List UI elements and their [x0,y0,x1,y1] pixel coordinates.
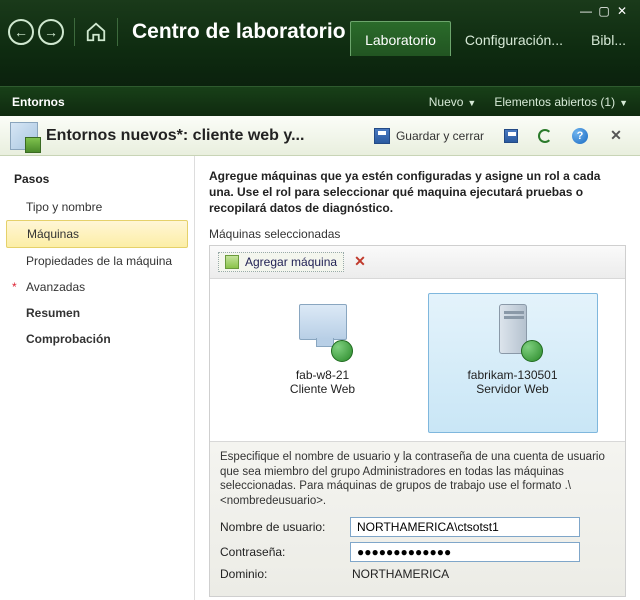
main-panel: Agregue máquinas que ya estén configurad… [195,156,640,600]
add-icon [225,255,239,269]
divider [117,18,118,46]
step-propiedades[interactable]: Propiedades de la máquina [6,248,188,274]
document-title: Entornos nuevos*: cliente web y... [46,127,304,145]
selected-machines-label: Máquinas seleccionadas [209,227,626,241]
username-input[interactable] [350,517,580,537]
credentials-instruction: Especifique el nombre de usuario y la co… [220,450,615,510]
environment-icon [10,122,38,150]
domain-value: NORTHAMERICA [350,567,449,581]
machine-role: Cliente Web [290,382,355,396]
save-close-label: Guardar y cerrar [396,129,484,143]
machine-role: Servidor Web [476,382,548,396]
credentials-section: Especifique el nombre de usuario y la co… [210,441,625,597]
password-label: Contraseña: [220,545,340,559]
desktop-icon [291,304,355,360]
save-and-close-button[interactable]: Guardar y cerrar [368,125,490,147]
server-icon [481,304,545,360]
close-document-button[interactable]: ✕ [602,125,630,147]
window-controls: — ▢ ✕ [578,4,630,18]
step-resumen[interactable]: Resumen [6,300,188,326]
elementos-abiertos-dropdown[interactable]: Elementos abiertos (1)▼ [494,95,628,109]
step-tipo-y-nombre[interactable]: Tipo y nombre [6,194,188,220]
refresh-button[interactable] [532,126,558,146]
instruction-text: Agregue máquinas que ya estén configurad… [209,168,626,217]
home-icon[interactable] [85,21,107,43]
tab-laboratorio[interactable]: Laboratorio [350,21,451,56]
document-toolbar: Entornos nuevos*: cliente web y... Guard… [0,116,640,156]
top-tabs: Laboratorio Configuración... Bibl... [350,18,640,56]
app-ribbon: — ▢ ✕ ← → Centro de laboratorio ▾ Labora… [0,0,640,86]
machines-list: fab-w8-21 Cliente Web fabrikam-130501 Se… [210,279,625,441]
step-comprobacion[interactable]: Comprobación [6,326,188,352]
step-maquinas[interactable]: Máquinas [6,220,188,248]
save-close-icon [374,128,390,144]
subbar-context: Entornos [12,95,65,109]
tab-configuracion[interactable]: Configuración... [451,22,577,56]
divider [74,18,75,46]
step-avanzadas[interactable]: *Avanzadas [6,274,188,300]
minimize-icon[interactable]: — [578,4,594,18]
machine-name: fabrikam-130501 [467,368,557,382]
wizard-steps-sidebar: Pasos Tipo y nombre Máquinas Propiedades… [0,156,195,600]
add-machine-label: Agregar máquina [245,255,337,269]
breadcrumb[interactable]: Centro de laboratorio [132,20,346,44]
required-asterisk-icon: * [12,280,17,294]
maximize-icon[interactable]: ▢ [596,4,612,18]
username-label: Nombre de usuario: [220,520,340,534]
refresh-icon [538,129,552,143]
nuevo-dropdown[interactable]: Nuevo▼ [429,95,477,109]
help-icon: ? [572,128,588,144]
tab-biblioteca[interactable]: Bibl... [577,22,640,56]
machine-card-client[interactable]: fab-w8-21 Cliente Web [238,293,408,433]
save-icon [504,129,518,143]
machine-name: fab-w8-21 [296,368,349,382]
machines-toolbar: Agregar máquina ✕ [210,246,625,279]
sidebar-heading: Pasos [6,168,188,194]
machine-card-server[interactable]: fabrikam-130501 Servidor Web [428,293,598,433]
password-input[interactable] [350,542,580,562]
close-window-icon[interactable]: ✕ [614,4,630,18]
add-machine-button[interactable]: Agregar máquina [218,252,344,272]
domain-label: Dominio: [220,567,340,581]
remove-machine-button[interactable]: ✕ [354,253,366,270]
machines-panel: Agregar máquina ✕ fab-w8-21 Cliente Web … [209,245,626,598]
back-button[interactable]: ← [8,19,34,45]
save-button[interactable] [498,126,524,146]
help-button[interactable]: ? [566,125,594,147]
sub-toolbar: Entornos Nuevo▼ Elementos abiertos (1)▼ [0,86,640,116]
forward-button[interactable]: → [38,19,64,45]
close-icon: ✕ [608,128,624,144]
